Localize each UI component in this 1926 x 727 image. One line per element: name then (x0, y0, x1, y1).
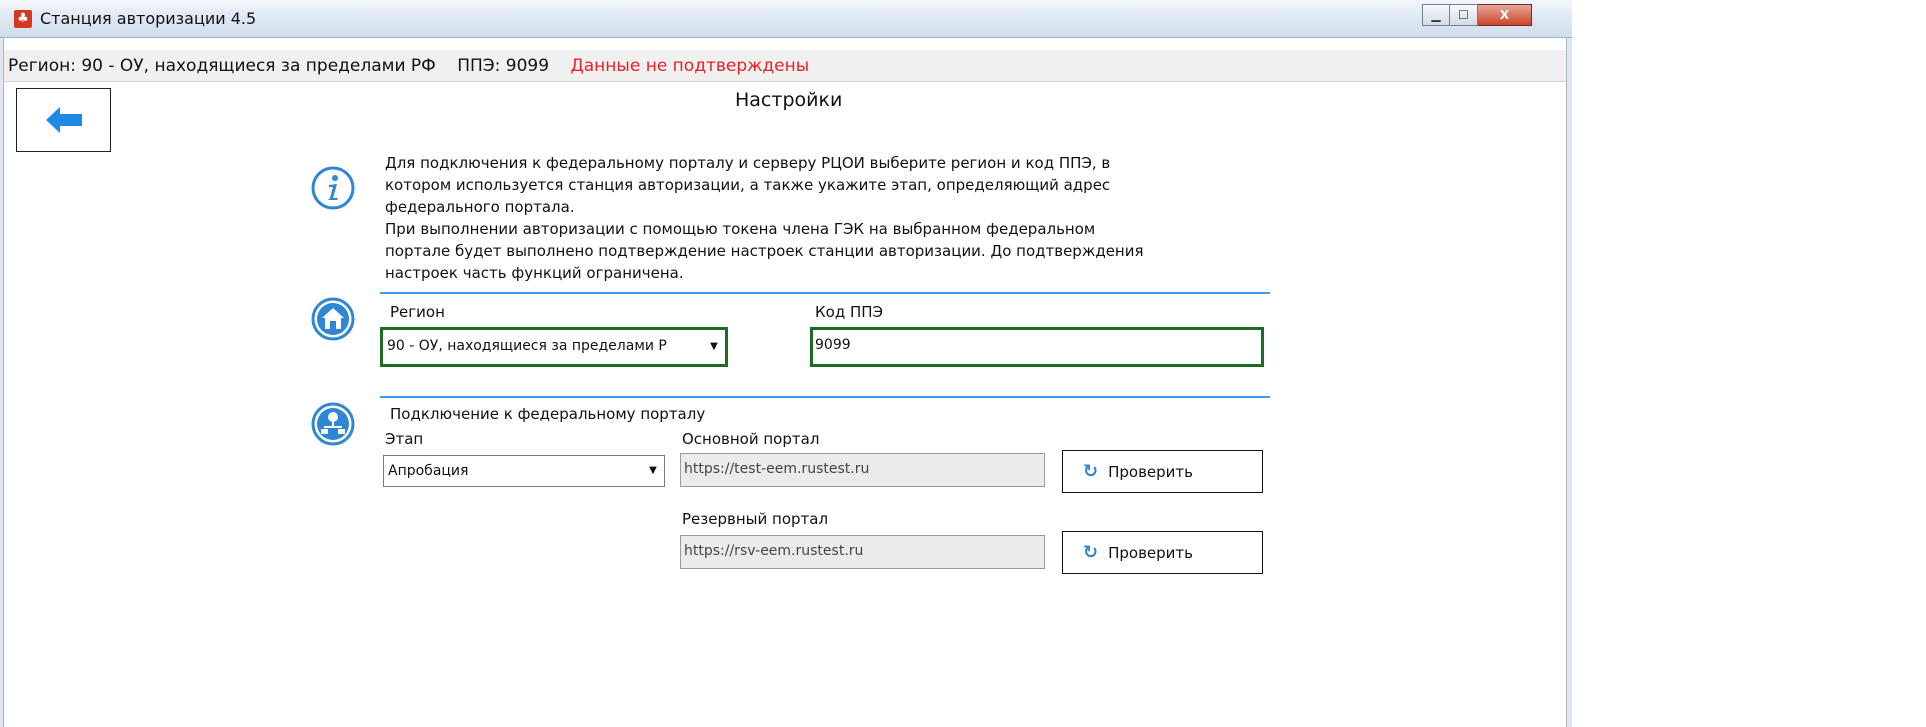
chevron-down-icon: ▼ (649, 465, 657, 476)
status-region: Регион: 90 - ОУ, находящиеся за пределам… (8, 56, 436, 76)
check-button-label: Проверить (1108, 543, 1193, 562)
info-text: Для подключения к федеральному порталу и… (385, 152, 1265, 284)
chevron-down-icon: ▼ (710, 341, 718, 352)
window-border-left (0, 38, 4, 727)
ppe-label: Код ППЭ (815, 303, 883, 321)
region-select[interactable]: 90 - ОУ, находящиеся за пределами Р ▼ (380, 327, 728, 367)
home-icon (311, 297, 355, 341)
backup-portal-url: https://rsv-eem.rustest.ru (680, 535, 1045, 569)
refresh-icon: ↻ (1083, 542, 1099, 563)
app-icon: ♣ (14, 10, 32, 28)
info-line: При выполнении авторизации с помощью ток… (385, 220, 1096, 238)
back-button[interactable] (16, 88, 111, 152)
info-line: котором используется станция авторизации… (385, 176, 1111, 194)
title-bar: ♣ Станция авторизации 4.5 ▁ ☐ X (0, 0, 1572, 38)
network-icon (311, 402, 355, 446)
window-controls: ▁ ☐ X (1422, 4, 1532, 26)
arrow-left-icon (45, 107, 82, 133)
check-button-label: Проверить (1108, 462, 1193, 481)
backup-portal-label: Резервный портал (682, 510, 829, 528)
window-border-right (1566, 38, 1572, 727)
stage-label: Этап (385, 430, 424, 448)
info-line: федерального портала. (385, 198, 575, 216)
info-line: настроек часть функций ограничена. (385, 264, 684, 282)
status-warning: Данные не подтверждены (570, 56, 810, 76)
section-divider (380, 396, 1270, 398)
info-line: портале будет выполнено подтверждение на… (385, 242, 1144, 260)
ppe-code-input[interactable]: 9099 (810, 327, 1264, 367)
info-icon (311, 166, 355, 210)
region-label: Регион (390, 303, 445, 321)
maximize-button[interactable]: ☐ (1450, 4, 1478, 26)
main-portal-label: Основной портал (682, 430, 820, 448)
status-bar: Регион: 90 - ОУ, находящиеся за пределам… (4, 50, 1566, 82)
portal-heading: Подключение к федеральному порталу (390, 405, 706, 423)
stage-select-value: Апробация (388, 463, 469, 479)
page-title: Настройки (735, 89, 843, 111)
region-select-value: 90 - ОУ, находящиеся за пределами Р (387, 338, 667, 354)
check-backup-portal-button[interactable]: ↻ Проверить (1062, 531, 1263, 574)
close-button[interactable]: X (1478, 4, 1532, 26)
minimize-button[interactable]: ▁ (1422, 4, 1450, 26)
main-portal-url: https://test-eem.rustest.ru (680, 453, 1045, 487)
status-ppe: ППЭ: 9099 (457, 56, 550, 76)
refresh-icon: ↻ (1083, 461, 1099, 482)
check-main-portal-button[interactable]: ↻ Проверить (1062, 450, 1263, 493)
stage-select[interactable]: Апробация ▼ (383, 455, 665, 487)
section-divider (380, 292, 1270, 294)
window-title: Станция авторизации 4.5 (40, 9, 257, 28)
info-line: Для подключения к федеральному порталу и… (385, 154, 1111, 172)
